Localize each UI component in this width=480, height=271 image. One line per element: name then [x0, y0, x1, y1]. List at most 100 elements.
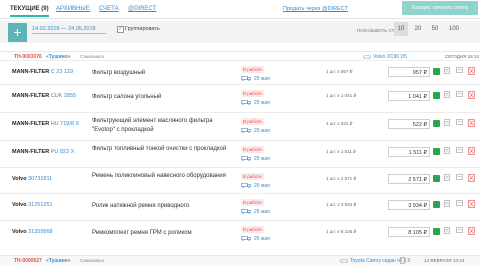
order-id[interactable]: TH-0000627: [14, 258, 42, 264]
status-badge: В работе: [241, 118, 264, 125]
comment-icon[interactable]: [456, 174, 463, 182]
item-article-link[interactable]: 31359568: [28, 229, 52, 235]
confirm-icon[interactable]: [433, 68, 440, 75]
item-quantity: 1 шт. x 2 571 ₽: [326, 176, 357, 181]
group-checkbox[interactable]: ✓: [117, 26, 124, 33]
delivery-date: 29 мая: [254, 128, 270, 134]
confirm-icon[interactable]: [433, 228, 440, 235]
comment-icon[interactable]: [456, 119, 463, 127]
sell-direct-link[interactable]: Продать через @DIRECT: [283, 6, 348, 12]
item-name: Ремень поликлиновый навесного оборудован…: [92, 173, 226, 179]
order-item-row: MANN-FILTER PU 823 X Фильтр топливный тон…: [0, 140, 480, 168]
order-delivery-type: Самовывоз: [80, 54, 104, 59]
order-item-row: Volvo 31359568 Ремкомплект ремня ГРМ с ро…: [0, 220, 480, 251]
item-total-field[interactable]: 1 041 ₽: [388, 91, 430, 101]
delivery-date: 29 мая: [254, 156, 270, 162]
comment-icon[interactable]: [456, 200, 463, 208]
order-date: СЕГОДНЯ 16:14: [445, 54, 479, 59]
item-quantity: 1 шт. x 522 ₽: [326, 121, 353, 126]
status-badge: В работе: [241, 226, 264, 233]
item-quantity: 1 шт. x 1 511 ₽: [326, 149, 356, 154]
item-name: Фильтр топливный тонкой очистки с прокла…: [92, 146, 227, 152]
delivery-date: 26 мая: [254, 183, 270, 189]
tab-current[interactable]: ТЕКУЩИЕ (9): [10, 6, 49, 17]
confirm-icon[interactable]: [433, 148, 440, 155]
delivery-date: 29 мая: [254, 100, 270, 106]
filter-bar: [0, 21, 480, 43]
item-name: Фильтр воздушный: [92, 70, 146, 76]
delivery-date: 26 мая: [254, 236, 270, 242]
print-icon[interactable]: [400, 257, 405, 264]
delete-icon[interactable]: [468, 200, 475, 208]
delete-icon[interactable]: [468, 174, 475, 182]
balance-button[interactable]: Баланс личного счета: [402, 1, 478, 15]
item-article-link[interactable]: PU 823 X: [51, 149, 75, 155]
add-order-button[interactable]: +: [8, 23, 27, 42]
status-badge: В работе: [241, 173, 264, 180]
tab-direct[interactable]: @DIRECT: [128, 6, 156, 12]
copy-icon[interactable]: [444, 174, 451, 182]
page-size-20[interactable]: 20: [411, 22, 425, 36]
order-delivery-type: Самовывоз: [80, 258, 104, 263]
confirm-icon[interactable]: [433, 175, 440, 182]
page-size-50[interactable]: 50: [428, 22, 442, 36]
item-quantity: 1 шт. x 3 934 ₽: [326, 202, 357, 207]
order-shop: «Тушино»: [46, 258, 71, 264]
item-brand: MANN-FILTER HU 719/8 X: [12, 121, 80, 127]
item-total-field[interactable]: 2 571 ₽: [388, 174, 430, 184]
delete-icon[interactable]: [468, 91, 475, 99]
tab-invoices[interactable]: СЧЕТА: [99, 6, 119, 12]
comment-icon[interactable]: [456, 67, 463, 75]
item-total-field[interactable]: 1 511 ₽: [388, 147, 430, 157]
date-range-picker[interactable]: 14.02.2018 — 24.05.2018: [32, 26, 96, 32]
confirm-icon[interactable]: [433, 92, 440, 99]
copy-icon[interactable]: [444, 147, 451, 155]
copy-icon[interactable]: [444, 91, 451, 99]
confirm-icon[interactable]: [433, 201, 440, 208]
copy-icon[interactable]: [444, 119, 451, 127]
item-total-field[interactable]: 8 105 ₽: [388, 227, 430, 237]
group-label: Группировать: [125, 26, 160, 32]
order-item-row: Volvo 31251251 Ролик натяжной ремня приво…: [0, 193, 480, 221]
comment-icon[interactable]: [456, 147, 463, 155]
delivery-truck-icon: [241, 128, 251, 133]
order-item-row: Volvo 30731811 Ремень поликлиновый навесн…: [0, 167, 480, 194]
delivery-truck-icon: [241, 100, 251, 105]
item-brand: MANN-FILTER PU 823 X: [12, 149, 75, 155]
delete-icon[interactable]: [468, 67, 475, 75]
item-total-field[interactable]: 3 934 ₽: [388, 200, 430, 210]
car-icon: [363, 55, 371, 59]
item-brand: Volvo 31359568: [12, 229, 53, 235]
delivery-truck-icon: [241, 183, 251, 188]
status-badge: В работе: [241, 90, 264, 97]
tab-archive[interactable]: АРХИВНЫЕ: [56, 6, 90, 12]
comment-icon[interactable]: [456, 227, 463, 235]
page-size-10[interactable]: 10: [394, 22, 408, 36]
item-quantity: 1 шт. x 8 105 ₽: [326, 229, 357, 234]
item-total-field[interactable]: 522 ₽: [388, 119, 430, 129]
copy-icon[interactable]: [444, 67, 451, 75]
delivery-truck-icon: [241, 76, 251, 81]
status-badge: В работе: [241, 199, 264, 206]
item-article-link[interactable]: 31251251: [28, 202, 52, 208]
confirm-icon[interactable]: [433, 120, 440, 127]
delete-icon[interactable]: [468, 227, 475, 235]
item-name: Фильтрующий элемент масляного фильтра "E…: [92, 118, 213, 133]
item-total-field[interactable]: 957 ₽: [388, 67, 430, 77]
item-article-link[interactable]: CUK 2855: [51, 93, 76, 99]
item-quantity: 1 шт. x 1 041 ₽: [326, 93, 357, 98]
item-article-link[interactable]: C 23 129: [51, 69, 73, 75]
item-quantity: 1 шт. x 957 ₽: [326, 69, 353, 74]
item-brand: Volvo 31251251: [12, 202, 53, 208]
item-name: Ролик натяжной ремня приводного: [92, 203, 190, 209]
copy-icon[interactable]: [444, 227, 451, 235]
delivery-date: 26 мая: [254, 209, 270, 215]
page-size-100[interactable]: 100: [447, 22, 461, 36]
item-article-link[interactable]: 30731811: [28, 176, 52, 182]
comment-icon[interactable]: [456, 91, 463, 99]
delete-icon[interactable]: [468, 119, 475, 127]
item-brand: Volvo 30731811: [12, 176, 53, 182]
item-article-link[interactable]: HU 719/8 X: [51, 121, 79, 127]
delete-icon[interactable]: [468, 147, 475, 155]
copy-icon[interactable]: [444, 200, 451, 208]
